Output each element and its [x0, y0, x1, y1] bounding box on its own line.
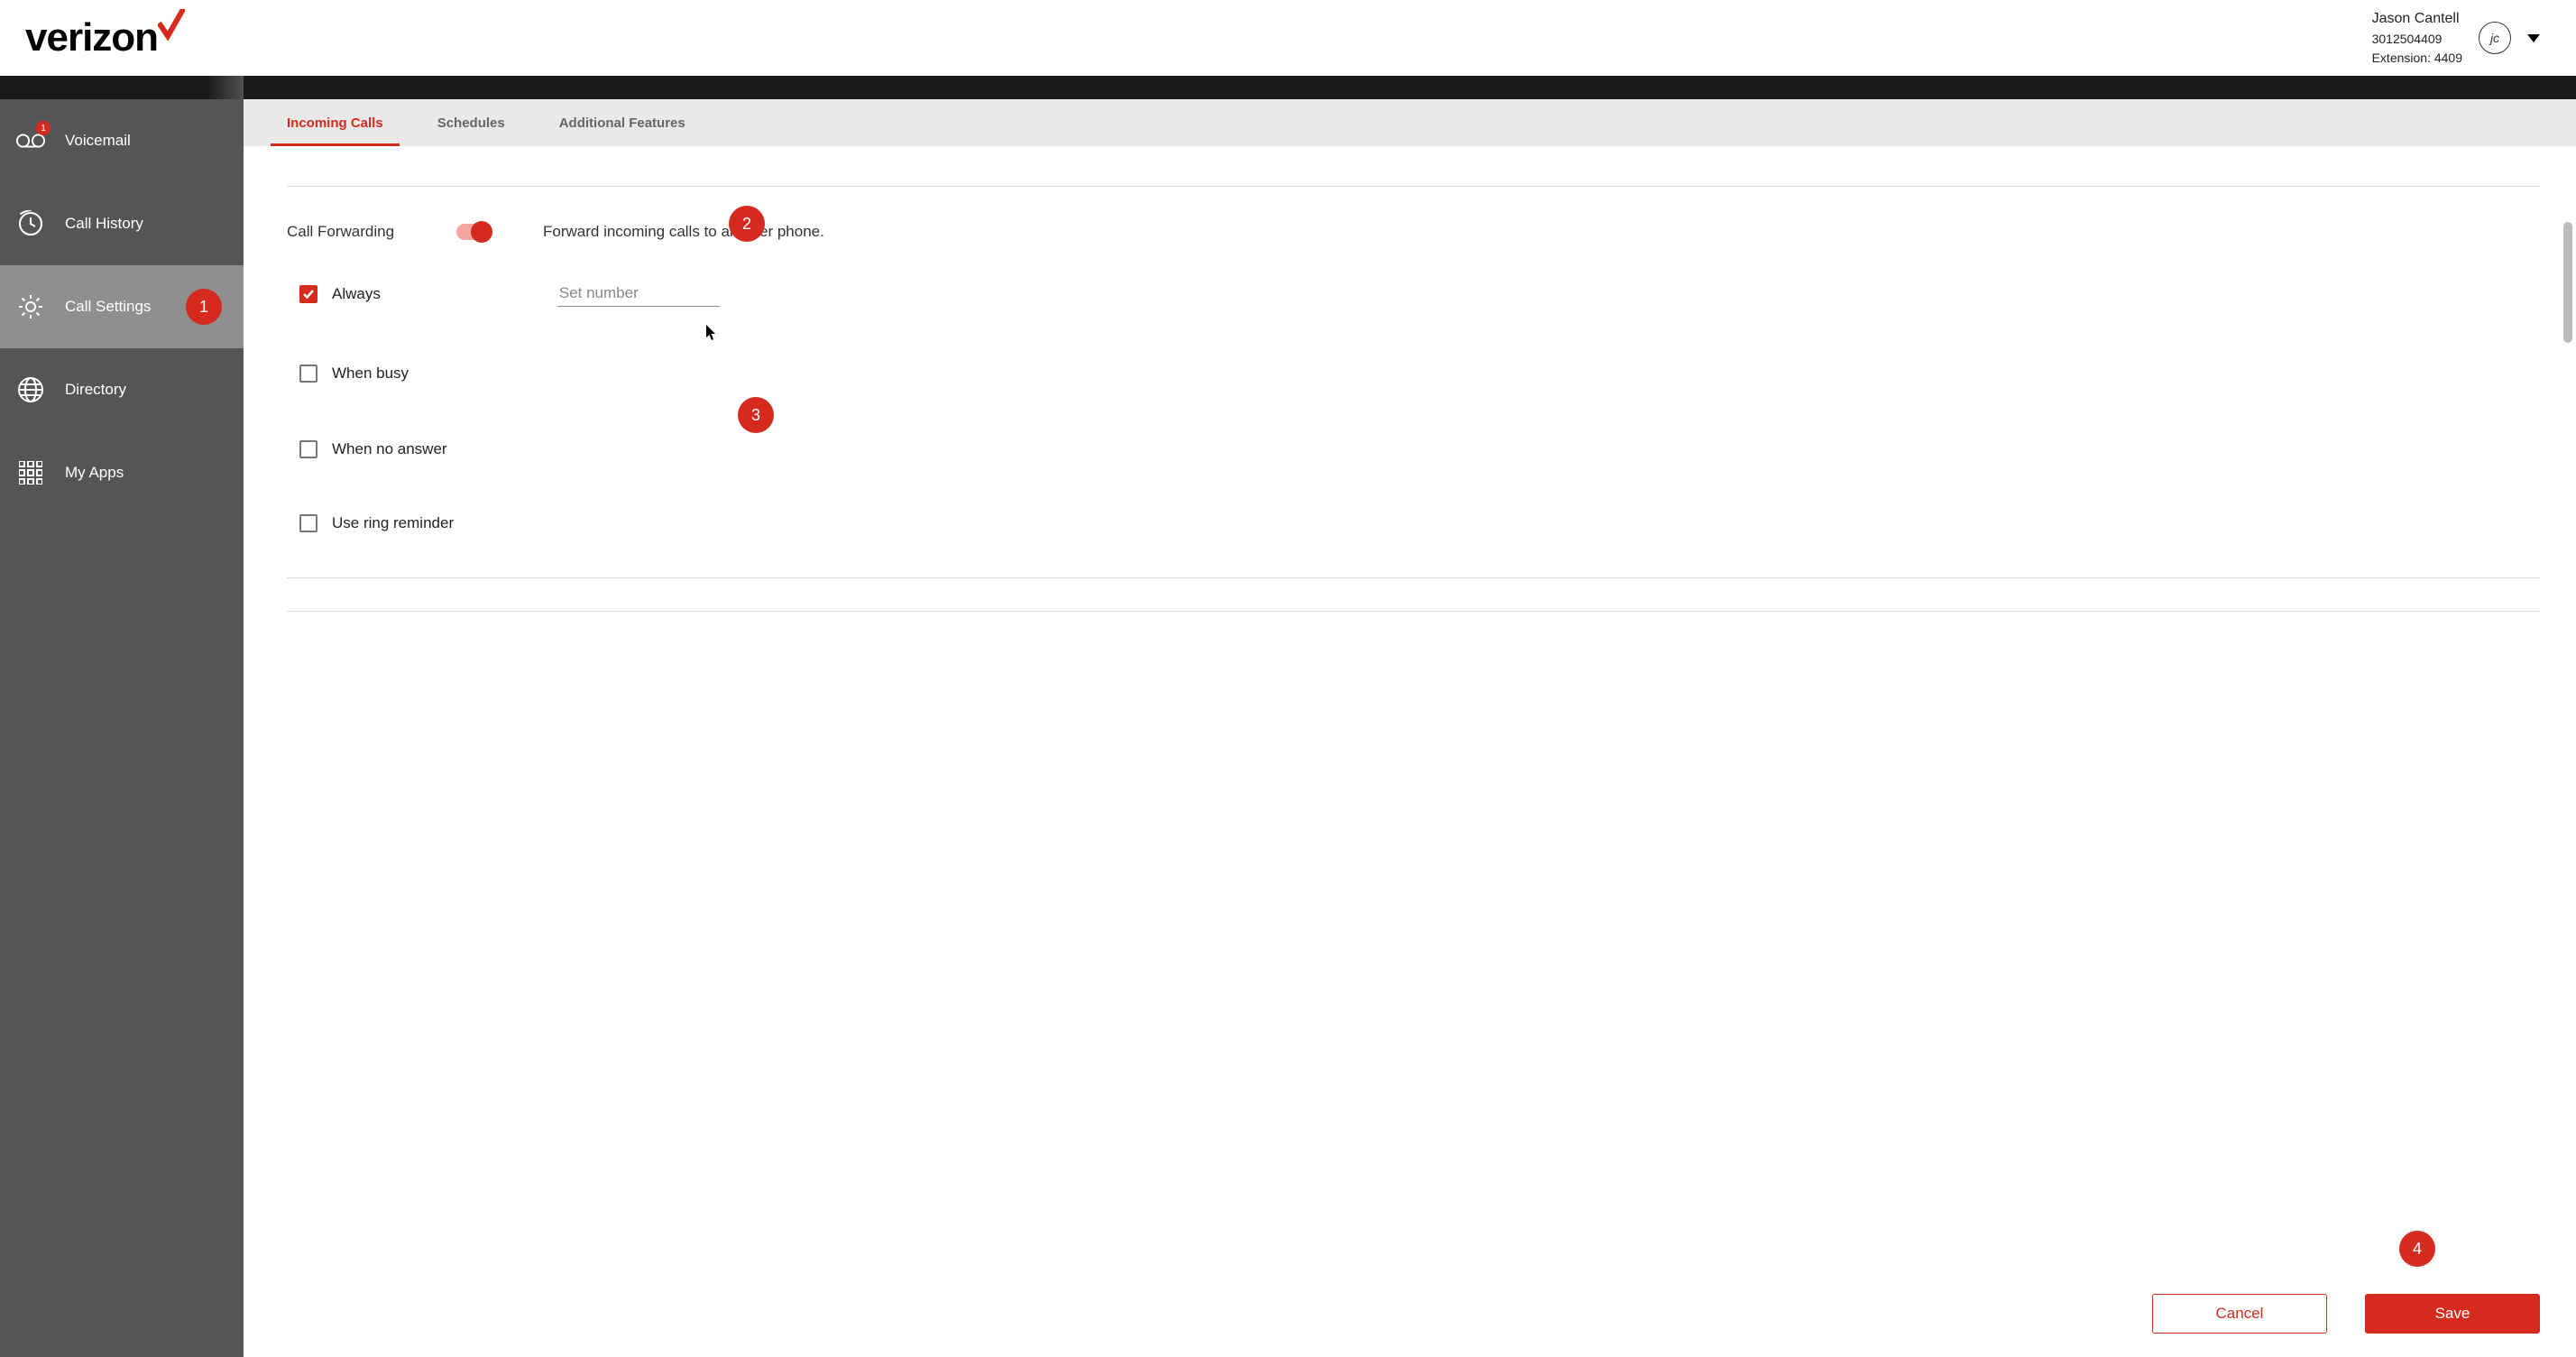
voicemail-icon: 1 — [16, 126, 45, 155]
avatar-initials: jc — [2490, 31, 2499, 45]
scrollbar-thumb[interactable] — [2563, 222, 2572, 343]
call-forwarding-toggle[interactable] — [456, 224, 491, 240]
sidebar-item-directory[interactable]: Directory — [0, 348, 244, 431]
call-history-icon — [16, 209, 45, 238]
form-actions: Cancel Save — [2152, 1294, 2540, 1334]
option-ring-reminder: Use ring reminder — [299, 514, 2540, 532]
ring-reminder-label: Use ring reminder — [332, 514, 454, 532]
call-forwarding-title: Call Forwarding — [287, 223, 444, 241]
user-extension: Extension: 4409 — [2372, 49, 2462, 68]
globe-icon — [16, 375, 45, 404]
callout-3: 3 — [738, 397, 774, 433]
tab-label: Schedules — [437, 115, 505, 131]
sidebar-item-voicemail[interactable]: 1 Voicemail — [0, 99, 244, 182]
when-no-answer-label: When no answer — [332, 440, 447, 458]
sidebar-item-call-history[interactable]: Call History — [0, 182, 244, 265]
user-info: Jason Cantell 3012504409 Extension: 4409 — [2372, 8, 2462, 68]
content-area: Incoming Calls Schedules Additional Feat… — [244, 76, 2576, 1357]
tabstrip: Incoming Calls Schedules Additional Feat… — [244, 99, 2576, 146]
brand-logo: verizon — [25, 15, 185, 60]
sidebar-item-label: My Apps — [65, 464, 124, 482]
voicemail-badge: 1 — [36, 121, 51, 135]
sidebar-item-label: Call History — [65, 215, 143, 233]
user-name: Jason Cantell — [2372, 8, 2462, 30]
gear-icon — [16, 292, 45, 321]
sidebar-item-label: Directory — [65, 381, 126, 399]
cancel-label: Cancel — [2216, 1305, 2264, 1323]
sidebar-item-call-settings[interactable]: Call Settings 1 — [0, 265, 244, 348]
sidebar-item-my-apps[interactable]: My Apps — [0, 431, 244, 514]
always-number-input[interactable] — [557, 281, 720, 307]
tab-label: Additional Features — [559, 115, 685, 131]
option-when-no-answer: When no answer — [299, 440, 2540, 458]
call-forwarding-section-header: Call Forwarding Forward incoming calls t… — [287, 223, 2540, 241]
content-topbar — [244, 76, 2576, 99]
ring-reminder-checkbox[interactable] — [299, 514, 317, 532]
user-menu[interactable]: Jason Cantell 3012504409 Extension: 4409… — [2372, 8, 2540, 68]
brand-name: verizon — [25, 15, 158, 60]
app-header: verizon Jason Cantell 3012504409 Extensi… — [0, 0, 2576, 76]
option-always: Always — [299, 281, 2540, 307]
callout-4: 4 — [2399, 1231, 2435, 1267]
callout-2: 2 — [729, 206, 765, 242]
sidebar-item-label: Voicemail — [65, 132, 131, 150]
tab-incoming-calls[interactable]: Incoming Calls — [287, 99, 383, 146]
save-button[interactable]: Save — [2365, 1294, 2540, 1334]
tab-label: Incoming Calls — [287, 115, 383, 131]
divider — [287, 186, 2540, 187]
when-busy-checkbox[interactable] — [299, 365, 317, 383]
call-forwarding-description: Forward incoming calls to another phone. — [543, 223, 824, 241]
brand-check-icon — [158, 6, 185, 51]
always-checkbox[interactable] — [299, 285, 317, 303]
cancel-button[interactable]: Cancel — [2152, 1294, 2327, 1334]
apps-grid-icon — [16, 458, 45, 487]
sidebar-item-label: Call Settings — [65, 298, 151, 316]
tab-additional-features[interactable]: Additional Features — [559, 99, 685, 146]
chevron-down-icon[interactable] — [2527, 34, 2540, 42]
save-label: Save — [2435, 1305, 2470, 1323]
divider — [287, 577, 2540, 578]
when-no-answer-checkbox[interactable] — [299, 440, 317, 458]
user-phone: 3012504409 — [2372, 30, 2462, 49]
tab-schedules[interactable]: Schedules — [437, 99, 505, 146]
always-label: Always — [332, 285, 381, 303]
avatar: jc — [2479, 22, 2511, 54]
sidebar: 1 Voicemail Call History Call Settings 1 — [0, 76, 244, 1357]
when-busy-label: When busy — [332, 365, 409, 383]
callout-1: 1 — [186, 289, 222, 325]
option-when-busy: When busy — [299, 365, 2540, 383]
